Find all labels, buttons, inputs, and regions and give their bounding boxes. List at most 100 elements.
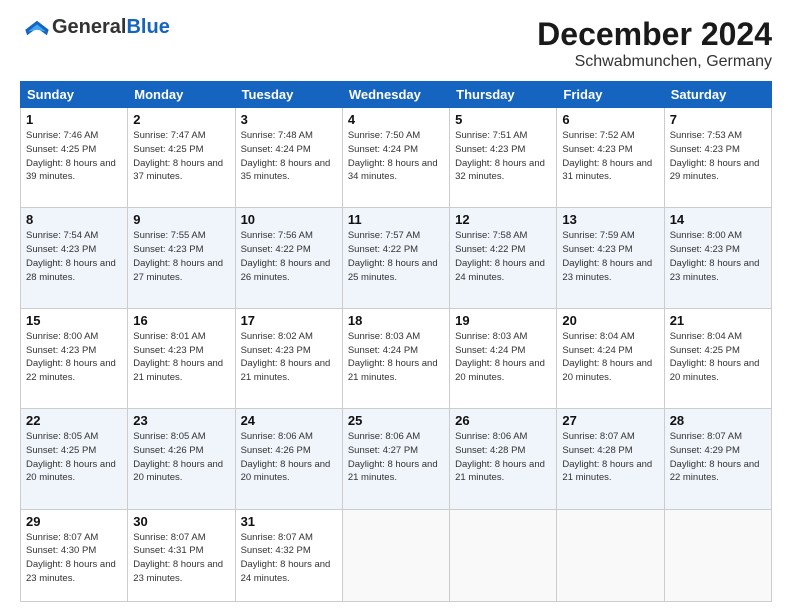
calendar-cell: 19 Sunrise: 8:03 AMSunset: 4:24 PMDaylig…	[450, 308, 557, 408]
day-info: Sunrise: 8:05 AMSunset: 4:25 PMDaylight:…	[26, 431, 116, 483]
logo: GeneralBlue	[20, 16, 170, 39]
calendar-cell: 30 Sunrise: 8:07 AMSunset: 4:31 PMDaylig…	[128, 509, 235, 602]
day-info: Sunrise: 8:04 AMSunset: 4:25 PMDaylight:…	[670, 331, 760, 383]
day-number: 18	[348, 313, 444, 328]
title-section: December 2024 Schwabmunchen, Germany	[537, 16, 772, 71]
day-number: 11	[348, 212, 444, 227]
calendar-cell: 16 Sunrise: 8:01 AMSunset: 4:23 PMDaylig…	[128, 308, 235, 408]
day-info: Sunrise: 8:07 AMSunset: 4:32 PMDaylight:…	[241, 532, 331, 584]
day-info: Sunrise: 8:06 AMSunset: 4:26 PMDaylight:…	[241, 431, 331, 483]
day-info: Sunrise: 7:55 AMSunset: 4:23 PMDaylight:…	[133, 230, 223, 282]
day-number: 31	[241, 514, 337, 529]
calendar-cell: 15 Sunrise: 8:00 AMSunset: 4:23 PMDaylig…	[21, 308, 128, 408]
day-number: 12	[455, 212, 551, 227]
day-info: Sunrise: 7:54 AMSunset: 4:23 PMDaylight:…	[26, 230, 116, 282]
calendar-header-wednesday: Wednesday	[342, 82, 449, 108]
day-info: Sunrise: 7:51 AMSunset: 4:23 PMDaylight:…	[455, 130, 545, 182]
day-info: Sunrise: 8:07 AMSunset: 4:30 PMDaylight:…	[26, 532, 116, 584]
day-info: Sunrise: 8:05 AMSunset: 4:26 PMDaylight:…	[133, 431, 223, 483]
logo-blue-text: Blue	[126, 16, 169, 39]
day-number: 20	[562, 313, 658, 328]
day-info: Sunrise: 8:01 AMSunset: 4:23 PMDaylight:…	[133, 331, 223, 383]
calendar-header-saturday: Saturday	[664, 82, 771, 108]
day-number: 15	[26, 313, 122, 328]
calendar-cell: 3 Sunrise: 7:48 AMSunset: 4:24 PMDayligh…	[235, 108, 342, 208]
calendar-week-4: 22 Sunrise: 8:05 AMSunset: 4:25 PMDaylig…	[21, 409, 772, 509]
location-title: Schwabmunchen, Germany	[537, 53, 772, 71]
calendar-cell: 18 Sunrise: 8:03 AMSunset: 4:24 PMDaylig…	[342, 308, 449, 408]
calendar-cell: 27 Sunrise: 8:07 AMSunset: 4:28 PMDaylig…	[557, 409, 664, 509]
calendar-cell: 22 Sunrise: 8:05 AMSunset: 4:25 PMDaylig…	[21, 409, 128, 509]
day-number: 25	[348, 413, 444, 428]
day-info: Sunrise: 7:46 AMSunset: 4:25 PMDaylight:…	[26, 130, 116, 182]
calendar-table: SundayMondayTuesdayWednesdayThursdayFrid…	[20, 81, 772, 602]
day-number: 24	[241, 413, 337, 428]
calendar-cell: 7 Sunrise: 7:53 AMSunset: 4:23 PMDayligh…	[664, 108, 771, 208]
calendar-cell: 11 Sunrise: 7:57 AMSunset: 4:22 PMDaylig…	[342, 208, 449, 308]
day-info: Sunrise: 7:57 AMSunset: 4:22 PMDaylight:…	[348, 230, 438, 282]
day-info: Sunrise: 8:07 AMSunset: 4:31 PMDaylight:…	[133, 532, 223, 584]
calendar-week-3: 15 Sunrise: 8:00 AMSunset: 4:23 PMDaylig…	[21, 308, 772, 408]
day-number: 28	[670, 413, 766, 428]
day-number: 23	[133, 413, 229, 428]
calendar-cell: 23 Sunrise: 8:05 AMSunset: 4:26 PMDaylig…	[128, 409, 235, 509]
calendar-cell: 9 Sunrise: 7:55 AMSunset: 4:23 PMDayligh…	[128, 208, 235, 308]
day-info: Sunrise: 7:48 AMSunset: 4:24 PMDaylight:…	[241, 130, 331, 182]
day-info: Sunrise: 8:07 AMSunset: 4:29 PMDaylight:…	[670, 431, 760, 483]
day-info: Sunrise: 8:06 AMSunset: 4:27 PMDaylight:…	[348, 431, 438, 483]
day-number: 7	[670, 112, 766, 127]
day-number: 21	[670, 313, 766, 328]
logo-icon	[22, 19, 52, 37]
day-number: 19	[455, 313, 551, 328]
day-number: 29	[26, 514, 122, 529]
day-info: Sunrise: 8:06 AMSunset: 4:28 PMDaylight:…	[455, 431, 545, 483]
calendar-cell: 25 Sunrise: 8:06 AMSunset: 4:27 PMDaylig…	[342, 409, 449, 509]
calendar-cell: 10 Sunrise: 7:56 AMSunset: 4:22 PMDaylig…	[235, 208, 342, 308]
day-number: 22	[26, 413, 122, 428]
calendar-header-friday: Friday	[557, 82, 664, 108]
calendar-cell	[342, 509, 449, 602]
calendar-week-2: 8 Sunrise: 7:54 AMSunset: 4:23 PMDayligh…	[21, 208, 772, 308]
day-info: Sunrise: 7:47 AMSunset: 4:25 PMDaylight:…	[133, 130, 223, 182]
header: GeneralBlue December 2024 Schwabmunchen,…	[20, 16, 772, 71]
day-info: Sunrise: 7:56 AMSunset: 4:22 PMDaylight:…	[241, 230, 331, 282]
day-number: 9	[133, 212, 229, 227]
day-number: 2	[133, 112, 229, 127]
day-number: 27	[562, 413, 658, 428]
calendar-cell: 6 Sunrise: 7:52 AMSunset: 4:23 PMDayligh…	[557, 108, 664, 208]
day-info: Sunrise: 8:00 AMSunset: 4:23 PMDaylight:…	[670, 230, 760, 282]
day-info: Sunrise: 8:00 AMSunset: 4:23 PMDaylight:…	[26, 331, 116, 383]
month-title: December 2024	[537, 16, 772, 53]
calendar-cell	[664, 509, 771, 602]
calendar-header-row: SundayMondayTuesdayWednesdayThursdayFrid…	[21, 82, 772, 108]
calendar-cell	[557, 509, 664, 602]
calendar-cell: 28 Sunrise: 8:07 AMSunset: 4:29 PMDaylig…	[664, 409, 771, 509]
day-info: Sunrise: 7:58 AMSunset: 4:22 PMDaylight:…	[455, 230, 545, 282]
calendar-cell: 14 Sunrise: 8:00 AMSunset: 4:23 PMDaylig…	[664, 208, 771, 308]
calendar-header-monday: Monday	[128, 82, 235, 108]
day-info: Sunrise: 8:03 AMSunset: 4:24 PMDaylight:…	[348, 331, 438, 383]
calendar-header-tuesday: Tuesday	[235, 82, 342, 108]
calendar-cell: 29 Sunrise: 8:07 AMSunset: 4:30 PMDaylig…	[21, 509, 128, 602]
day-number: 16	[133, 313, 229, 328]
calendar-cell: 24 Sunrise: 8:06 AMSunset: 4:26 PMDaylig…	[235, 409, 342, 509]
calendar-cell	[450, 509, 557, 602]
calendar-cell: 26 Sunrise: 8:06 AMSunset: 4:28 PMDaylig…	[450, 409, 557, 509]
day-number: 10	[241, 212, 337, 227]
calendar-cell: 2 Sunrise: 7:47 AMSunset: 4:25 PMDayligh…	[128, 108, 235, 208]
page: GeneralBlue December 2024 Schwabmunchen,…	[0, 0, 792, 612]
day-info: Sunrise: 7:50 AMSunset: 4:24 PMDaylight:…	[348, 130, 438, 182]
calendar-week-5: 29 Sunrise: 8:07 AMSunset: 4:30 PMDaylig…	[21, 509, 772, 602]
calendar-cell: 21 Sunrise: 8:04 AMSunset: 4:25 PMDaylig…	[664, 308, 771, 408]
day-number: 14	[670, 212, 766, 227]
day-info: Sunrise: 8:02 AMSunset: 4:23 PMDaylight:…	[241, 331, 331, 383]
calendar-cell: 12 Sunrise: 7:58 AMSunset: 4:22 PMDaylig…	[450, 208, 557, 308]
calendar-cell: 4 Sunrise: 7:50 AMSunset: 4:24 PMDayligh…	[342, 108, 449, 208]
day-number: 30	[133, 514, 229, 529]
calendar-cell: 1 Sunrise: 7:46 AMSunset: 4:25 PMDayligh…	[21, 108, 128, 208]
day-number: 6	[562, 112, 658, 127]
calendar-cell: 8 Sunrise: 7:54 AMSunset: 4:23 PMDayligh…	[21, 208, 128, 308]
logo-general-text: General	[52, 16, 126, 39]
day-number: 13	[562, 212, 658, 227]
day-number: 4	[348, 112, 444, 127]
